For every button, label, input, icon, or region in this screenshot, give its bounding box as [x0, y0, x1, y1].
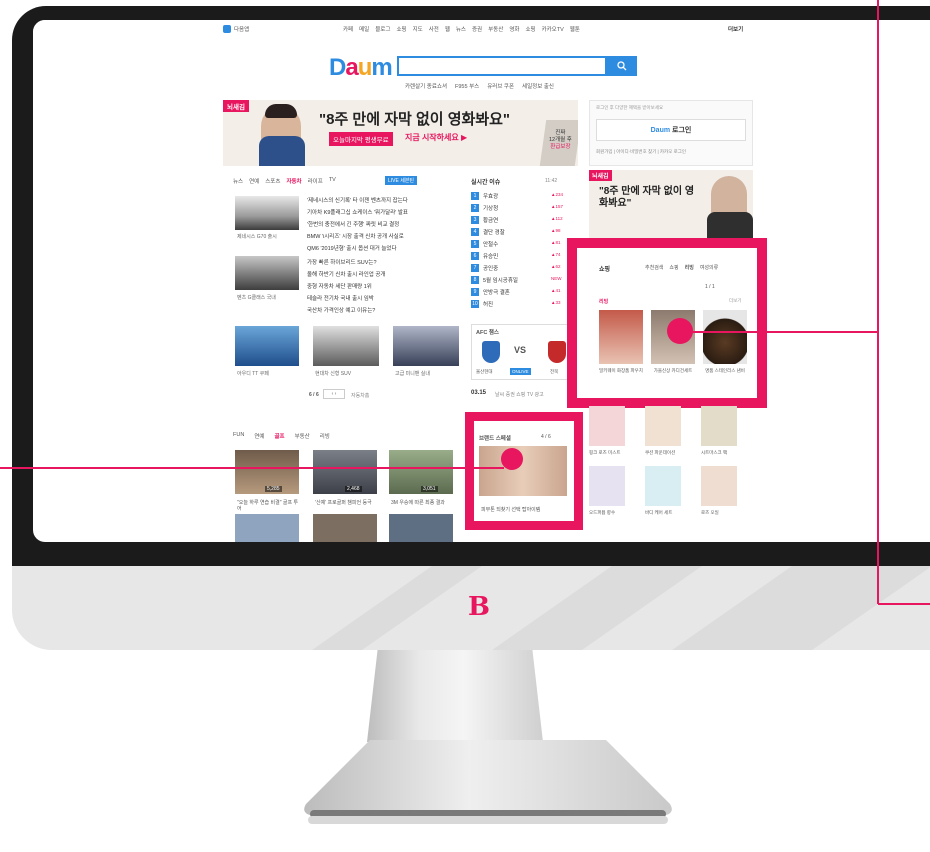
callout-lines — [0, 0, 930, 605]
